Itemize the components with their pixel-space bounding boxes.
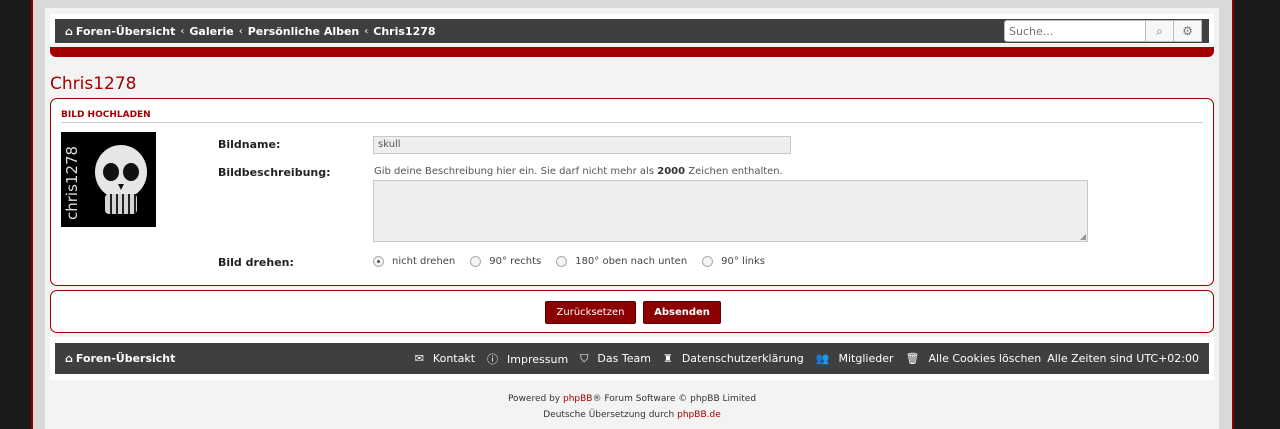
breadcrumb-separator: ‹: [238, 25, 243, 37]
breadcrumb-separator: ‹: [180, 25, 185, 37]
footer-link-delete-cookies[interactable]: 🗑 Alle Cookies löschen: [900, 352, 1042, 365]
name-field[interactable]: skull: [373, 136, 791, 154]
phpbb-link[interactable]: phpBB: [563, 394, 592, 404]
gear-icon: ⚙: [1182, 24, 1193, 38]
home-icon: ⌂: [65, 352, 73, 365]
rotate-options: nicht drehen 90° rechts 180° oben nach u…: [373, 256, 780, 267]
envelope-icon: ✉: [414, 352, 424, 365]
reset-button[interactable]: Zurücksetzen: [545, 301, 636, 324]
footer-home-link[interactable]: ⌂ Foren-Übersicht: [65, 352, 175, 365]
copyright-line-1: Powered by phpBB® Forum Software © phpBB…: [507, 394, 757, 404]
name-label: Bildname:: [218, 138, 281, 151]
breadcrumb-current[interactable]: Chris1278: [373, 25, 435, 38]
info-icon: ⓘ: [487, 352, 499, 366]
radio-button[interactable]: [373, 256, 384, 267]
upload-panel: BILD HOCHLADEN chris1278 Bildname: skull…: [50, 98, 1214, 286]
timezone-text: Alle Zeiten sind UTC+02:00: [1047, 352, 1199, 365]
radio-no-rotate[interactable]: nicht drehen: [373, 256, 455, 267]
description-textarea[interactable]: ◢: [373, 180, 1088, 242]
skull-avatar-image: chris1278: [61, 132, 156, 227]
home-icon: ⌂: [65, 24, 73, 38]
description-label: Bildbeschreibung:: [218, 166, 331, 179]
radio-rotate-180[interactable]: 180° oben nach unten: [556, 256, 687, 267]
shield-icon: ⛉: [580, 351, 589, 365]
avatar-text: chris1278: [63, 146, 81, 220]
radio-rotate-right[interactable]: 90° rechts: [470, 256, 541, 267]
trash-icon: 🗑: [905, 352, 920, 365]
search-button[interactable]: ⌕: [1146, 20, 1174, 42]
footer-inner: ⌂ Foren-Übersicht ✉ Kontakt ⓘ Impressum ⛉ Da…: [55, 343, 1209, 374]
panel-divider: [61, 122, 1203, 123]
user-icon: ♜: [662, 352, 673, 365]
rotate-label: Bild drehen:: [218, 256, 294, 269]
search-input[interactable]: [1004, 20, 1146, 42]
phpbb-de-link[interactable]: phpBB.de: [677, 410, 721, 420]
radio-button[interactable]: [470, 256, 482, 267]
panel-heading: BILD HOCHLADEN: [61, 110, 151, 120]
footer-link-team[interactable]: ⛉ Das Team: [574, 352, 651, 366]
copyright-line-2: Deutsche Übersetzung durch phpBB.de: [543, 410, 721, 420]
footer-link-members[interactable]: 👥 Mitglieder: [810, 352, 894, 365]
breadcrumb-home[interactable]: ⌂ Foren-Übersicht: [65, 25, 175, 38]
radio-button[interactable]: [702, 256, 714, 267]
users-icon: 👥: [815, 352, 830, 365]
footer-links: ✉ Kontakt ⓘ Impressum ⛉ Das Team ♜ Datenschu…: [403, 351, 1199, 367]
resize-handle-icon[interactable]: ◢: [1080, 232, 1086, 241]
page-frame: ⌂ Foren-Übersicht ‹ Galerie ‹ Persönliche…: [31, 0, 1234, 429]
radio-button[interactable]: [556, 256, 568, 267]
footer-link-privacy[interactable]: ♜ Datenschutzerklärung: [657, 352, 804, 365]
content-wrap: ⌂ Foren-Übersicht ‹ Galerie ‹ Persönliche…: [45, 0, 1219, 429]
search-box: ⌕ ⚙: [1004, 20, 1202, 42]
advanced-search-button[interactable]: ⚙: [1174, 20, 1202, 42]
search-icon: ⌕: [1156, 23, 1163, 38]
top-stripe: [45, 0, 1219, 8]
breadcrumb-gallery[interactable]: Galerie: [189, 25, 233, 38]
description-hint: Gib deine Beschreibung hier ein. Sie dar…: [374, 166, 783, 177]
footer-link-contact[interactable]: ✉ Kontakt: [409, 352, 475, 365]
radio-rotate-left[interactable]: 90° links: [702, 256, 765, 267]
actions-panel: Zurücksetzen Absenden: [50, 290, 1214, 333]
header-red-bar: [50, 47, 1214, 57]
footer-link-imprint[interactable]: ⓘ Impressum: [481, 351, 568, 367]
avatar: chris1278: [61, 132, 156, 227]
page-title: Chris1278: [50, 74, 137, 94]
footer-bar: ⌂ Foren-Übersicht ✉ Kontakt ⓘ Impressum ⛉ Da…: [50, 337, 1214, 380]
breadcrumb-separator: ‹: [364, 25, 369, 37]
navbar: ⌂ Foren-Übersicht ‹ Galerie ‹ Persönliche…: [50, 14, 1214, 44]
breadcrumb-albums[interactable]: Persönliche Alben: [248, 25, 360, 38]
submit-button[interactable]: Absenden: [643, 301, 721, 324]
